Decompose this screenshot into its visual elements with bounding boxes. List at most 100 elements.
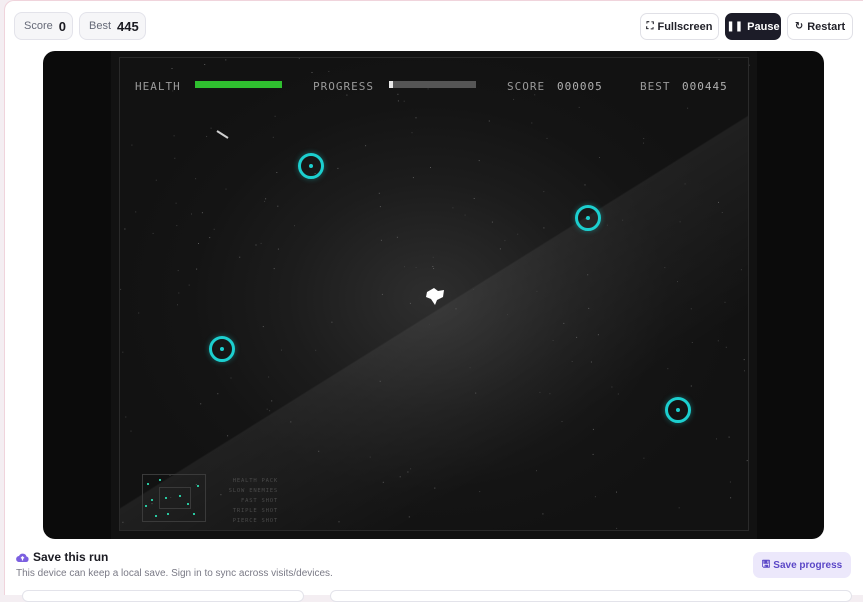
star <box>171 68 173 69</box>
star <box>531 122 533 124</box>
star <box>687 107 689 109</box>
minimap-dot <box>165 497 167 499</box>
star <box>230 377 232 379</box>
star <box>120 288 122 290</box>
star <box>122 351 124 353</box>
star <box>730 497 732 499</box>
star <box>276 172 278 173</box>
star <box>430 167 431 168</box>
game-screen[interactable]: HEALTH PROGRESS SCORE 000005 BEST 000445 <box>111 51 757 539</box>
star <box>716 438 717 440</box>
star <box>410 468 412 470</box>
star <box>266 408 268 410</box>
save-run-title: Save this run <box>16 550 108 564</box>
save-progress-label: Save progress <box>773 559 843 571</box>
best-stat: Best 445 <box>79 12 146 40</box>
powerup-item: TRIPLE SHOT <box>232 508 278 514</box>
star <box>273 268 275 270</box>
health-bar-fill <box>195 81 282 88</box>
hud-best-value: 000445 <box>682 80 728 93</box>
star <box>378 192 380 194</box>
star <box>298 58 300 59</box>
minimap-dot <box>145 505 147 507</box>
pause-icon: ❚❚ <box>726 20 744 32</box>
star <box>552 340 554 341</box>
minimap-dot <box>193 513 195 515</box>
star <box>561 421 563 422</box>
fullscreen-button[interactable]: ⛶ Fullscreen <box>640 13 719 40</box>
star <box>606 224 608 226</box>
star <box>415 267 417 268</box>
star <box>227 435 229 437</box>
hud-progress-label: PROGRESS <box>313 80 374 93</box>
powerup-item: SLOW ENEMIES <box>228 488 278 494</box>
star <box>412 177 414 179</box>
star <box>315 349 317 351</box>
pause-button[interactable]: ❚❚ Pause <box>725 13 781 40</box>
star <box>475 392 477 394</box>
star <box>404 266 405 268</box>
star <box>517 233 519 235</box>
progress-bar <box>389 81 476 88</box>
star <box>616 491 617 493</box>
score-value: 0 <box>58 18 66 34</box>
enemy-ring <box>298 153 324 179</box>
star <box>464 214 466 216</box>
restart-button[interactable]: ↻ Restart <box>787 13 853 40</box>
star <box>455 308 457 310</box>
star <box>679 221 681 223</box>
star <box>594 496 596 498</box>
save-progress-button[interactable]: 🖫 Save progress <box>753 552 851 578</box>
star <box>277 205 279 207</box>
star <box>536 470 537 472</box>
star <box>721 212 723 213</box>
enemy-ring <box>665 397 691 423</box>
star <box>690 385 692 387</box>
enemy-ring <box>209 336 235 362</box>
star <box>684 183 686 185</box>
star <box>403 100 405 102</box>
star <box>138 312 140 314</box>
star <box>407 471 409 473</box>
star <box>478 160 480 162</box>
star <box>427 88 429 90</box>
star <box>175 202 177 204</box>
star <box>452 207 454 209</box>
star <box>491 221 493 223</box>
star <box>597 334 599 336</box>
progress-bar-fill <box>389 81 394 88</box>
star <box>746 460 748 462</box>
star <box>611 386 613 388</box>
star <box>408 516 410 518</box>
star <box>643 142 644 144</box>
playfield[interactable]: HEALTH PROGRESS SCORE 000005 BEST 000445 <box>119 57 750 531</box>
star <box>265 198 267 200</box>
star <box>176 225 178 227</box>
star <box>196 268 198 270</box>
star <box>592 453 594 455</box>
health-bar <box>195 81 282 88</box>
minimap-dot <box>167 513 169 515</box>
game-stage[interactable]: HEALTH PROGRESS SCORE 000005 BEST 000445 <box>43 51 824 539</box>
star <box>432 256 434 258</box>
star <box>724 301 726 303</box>
star <box>434 487 436 489</box>
star <box>563 322 565 324</box>
hud-score-value: 000005 <box>557 80 603 93</box>
star <box>588 307 590 309</box>
star <box>691 342 693 343</box>
star <box>206 136 208 137</box>
star <box>539 391 541 393</box>
restart-icon: ↻ <box>794 20 804 32</box>
star <box>294 225 295 227</box>
player-ship <box>426 288 444 305</box>
star <box>399 476 401 478</box>
star <box>725 346 727 348</box>
star <box>225 188 227 190</box>
star <box>311 72 313 73</box>
hud-score-label: SCORE <box>507 80 546 93</box>
star <box>338 521 340 523</box>
star <box>473 289 475 290</box>
star <box>177 270 179 272</box>
star <box>667 368 669 370</box>
